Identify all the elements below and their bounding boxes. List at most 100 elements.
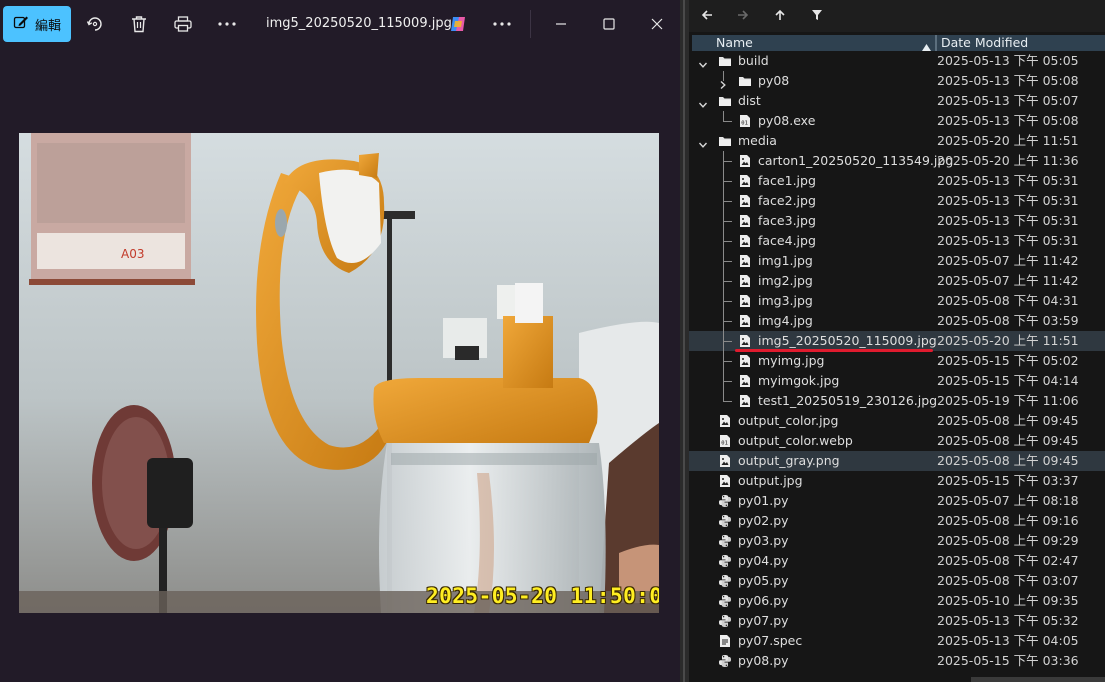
tree-file-row[interactable]: myimg.jpg 2025-05-15 下午 05:02 <box>689 351 1105 371</box>
close-button[interactable] <box>639 6 675 42</box>
image-file-icon <box>738 374 752 388</box>
tree-file-row[interactable]: face3.jpg 2025-05-13 下午 05:31 <box>689 211 1105 231</box>
date-modified: 2025-05-20 上午 11:36 <box>937 153 1079 168</box>
tree-file-row[interactable]: py07.py 2025-05-13 下午 05:32 <box>689 611 1105 631</box>
date-modified: 2025-05-08 上午 09:45 <box>937 413 1079 428</box>
column-header-name[interactable]: Name <box>716 35 753 51</box>
column-separator[interactable] <box>935 35 937 51</box>
tree-file-row[interactable]: carton1_20250520_113549.jpg 2025-05-20 上午… <box>689 151 1105 171</box>
tree-connector <box>723 121 732 122</box>
file-name: img3.jpg <box>758 293 813 308</box>
up-button[interactable] <box>770 6 790 26</box>
tree-file-row[interactable]: img4.jpg 2025-05-08 下午 03:59 <box>689 311 1105 331</box>
date-modified: 2025-05-20 上午 11:51 <box>937 333 1079 348</box>
image-file-icon <box>738 234 752 248</box>
date-modified: 2025-05-08 下午 02:47 <box>937 553 1079 568</box>
date-modified: 2025-05-08 下午 04:31 <box>937 293 1079 308</box>
tree-file-row[interactable]: img2.jpg 2025-05-07 上午 11:42 <box>689 271 1105 291</box>
date-modified: 2025-05-13 下午 05:32 <box>937 613 1079 628</box>
filter-button[interactable] <box>807 6 827 26</box>
chevron-down-icon[interactable] <box>698 96 708 108</box>
photo-image: A03 <box>19 133 659 613</box>
tree-file-row[interactable]: py01.py 2025-05-07 上午 08:18 <box>689 491 1105 511</box>
tree-connector <box>723 321 732 322</box>
edit-button[interactable]: 編輯 <box>3 6 71 42</box>
tree-folder-row[interactable]: media 2025-05-20 上午 11:51 <box>689 131 1105 151</box>
image-file-icon <box>718 474 732 488</box>
more-icon <box>218 22 236 26</box>
arrow-up-icon <box>774 9 786 24</box>
print-button[interactable] <box>165 6 201 42</box>
forward-button[interactable] <box>733 6 753 26</box>
tree-folder-row[interactable]: dist 2025-05-13 下午 05:07 <box>689 91 1105 111</box>
tree-file-row[interactable]: py07.spec 2025-05-13 下午 04:05 <box>689 631 1105 651</box>
image-file-icon <box>738 154 752 168</box>
python-file-icon <box>718 654 732 668</box>
back-button[interactable] <box>697 6 717 26</box>
copilot-button[interactable] <box>440 6 476 42</box>
tree-file-row[interactable]: output_gray.png 2025-05-08 上午 09:45 <box>689 451 1105 471</box>
tree-file-row[interactable]: py03.py 2025-05-08 上午 09:29 <box>689 531 1105 551</box>
tree-file-row[interactable]: face2.jpg 2025-05-13 下午 05:31 <box>689 191 1105 211</box>
date-modified: 2025-05-13 下午 05:31 <box>937 173 1079 188</box>
file-name: carton1_20250520_113549.jpg <box>758 153 954 168</box>
file-name: py07.spec <box>738 633 803 648</box>
minimize-button[interactable] <box>543 6 579 42</box>
tree-file-row[interactable]: myimgok.jpg 2025-05-15 下午 04:14 <box>689 371 1105 391</box>
file-name: py04.py <box>738 553 789 568</box>
date-modified: 2025-05-13 下午 05:31 <box>937 193 1079 208</box>
tree-folder-row[interactable]: build 2025-05-13 下午 05:05 <box>689 51 1105 71</box>
image-file-icon <box>738 334 752 348</box>
date-modified: 2025-05-19 下午 11:06 <box>937 393 1079 408</box>
file-name: myimg.jpg <box>758 353 825 368</box>
tree-file-row[interactable]: img5_20250520_115009.jpg 2025-05-20 上午 11… <box>689 331 1105 351</box>
column-header-date[interactable]: Date Modified <box>941 35 1028 51</box>
maximize-button[interactable] <box>591 6 627 42</box>
file-name: output_color.webp <box>738 433 853 448</box>
more-options-button[interactable] <box>484 6 520 42</box>
photo-timestamp: 2025-05-20 11:50:09 <box>426 584 659 608</box>
minimize-icon <box>555 18 567 30</box>
rotate-button[interactable] <box>77 6 113 42</box>
python-file-icon <box>718 574 732 588</box>
horizontal-scrollbar[interactable] <box>971 677 1105 682</box>
maximize-icon <box>603 18 615 30</box>
tree-file-row[interactable]: output.jpg 2025-05-15 下午 03:37 <box>689 471 1105 491</box>
date-modified: 2025-05-07 上午 08:18 <box>937 493 1079 508</box>
tree-file-row[interactable]: 01 output_color.webp 2025-05-08 上午 09:45 <box>689 431 1105 451</box>
file-name: py02.py <box>738 513 789 528</box>
tree-file-row[interactable]: output_color.jpg 2025-05-08 上午 09:45 <box>689 411 1105 431</box>
tree-folder-row[interactable]: py08 2025-05-13 下午 05:08 <box>689 71 1105 91</box>
more-icon <box>493 22 511 26</box>
tree-file-row[interactable]: 01 py08.exe 2025-05-13 下午 05:08 <box>689 111 1105 131</box>
tree-file-row[interactable]: face4.jpg 2025-05-13 下午 05:31 <box>689 231 1105 251</box>
date-modified: 2025-05-20 上午 11:51 <box>937 133 1079 148</box>
tree-file-row[interactable]: img3.jpg 2025-05-08 下午 04:31 <box>689 291 1105 311</box>
date-modified: 2025-05-15 下午 03:36 <box>937 653 1079 668</box>
rotate-icon <box>86 15 104 33</box>
file-name: test1_20250519_230126.jpg <box>758 393 938 408</box>
python-file-icon <box>718 554 732 568</box>
edit-icon <box>13 14 29 34</box>
file-name: py05.py <box>738 573 789 588</box>
tree-file-row[interactable]: py08.py 2025-05-15 下午 03:36 <box>689 651 1105 671</box>
chevron-down-icon[interactable] <box>698 136 708 148</box>
more-button[interactable] <box>209 6 245 42</box>
date-modified: 2025-05-10 上午 09:35 <box>937 593 1079 608</box>
tree-file-row[interactable]: img1.jpg 2025-05-07 上午 11:42 <box>689 251 1105 271</box>
tree-file-row[interactable]: py04.py 2025-05-08 下午 02:47 <box>689 551 1105 571</box>
file-name: py08 <box>758 73 790 88</box>
date-modified: 2025-05-08 上午 09:16 <box>937 513 1079 528</box>
file-name: img2.jpg <box>758 273 813 288</box>
image-file-icon <box>738 254 752 268</box>
tree-file-row[interactable]: py05.py 2025-05-08 下午 03:07 <box>689 571 1105 591</box>
tree-file-row[interactable]: test1_20250519_230126.jpg 2025-05-19 下午 1… <box>689 391 1105 411</box>
tree-file-row[interactable]: py06.py 2025-05-10 上午 09:35 <box>689 591 1105 611</box>
file-explorer-pane: Name Date Modified build 2025-05-13 下午 05… <box>689 0 1105 682</box>
tree-file-row[interactable]: py02.py 2025-05-08 上午 09:16 <box>689 511 1105 531</box>
chevron-down-icon[interactable] <box>698 56 708 68</box>
date-modified: 2025-05-13 下午 05:07 <box>937 93 1079 108</box>
tree-file-row[interactable]: face1.jpg 2025-05-13 下午 05:31 <box>689 171 1105 191</box>
copilot-icon <box>449 15 467 33</box>
delete-button[interactable] <box>121 6 157 42</box>
